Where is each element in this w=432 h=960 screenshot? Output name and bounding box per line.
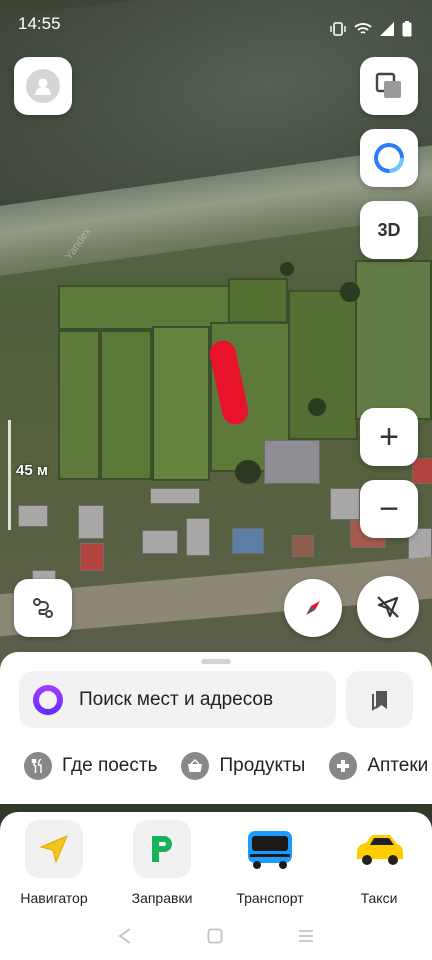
field-plot — [58, 285, 230, 330]
home-icon[interactable] — [207, 928, 223, 944]
battery-icon — [402, 21, 412, 37]
tree — [235, 460, 261, 484]
tree — [340, 282, 360, 302]
scale-label: 45 м — [16, 462, 48, 479]
plus-icon: + — [379, 417, 399, 456]
chip-groceries[interactable]: Продукты — [181, 752, 305, 780]
building — [292, 535, 314, 557]
search-bar[interactable]: Поиск мест и адресов — [19, 671, 336, 728]
alice-search-icon — [33, 684, 63, 715]
compass-button[interactable] — [284, 579, 342, 637]
location-off-icon — [377, 596, 399, 618]
chip-pharmacy[interactable]: Аптеки — [329, 752, 428, 780]
compass-icon — [305, 600, 321, 616]
chip-label: Аптеки — [367, 755, 429, 776]
taxi-car-icon — [350, 820, 408, 878]
category-chips: Где поесть Продукты Аптеки — [24, 752, 428, 780]
status-time: 14:55 — [18, 14, 61, 33]
bookmark-icon — [371, 690, 387, 711]
3d-button[interactable]: 3D — [360, 201, 418, 259]
search-placeholder: Поиск мест и адресов — [79, 688, 274, 710]
zoom-out-button[interactable]: − — [360, 480, 418, 538]
route-button[interactable] — [14, 579, 72, 637]
route-icon — [33, 598, 53, 618]
service-transport[interactable]: Транспорт — [220, 820, 320, 906]
building — [330, 488, 360, 520]
tree — [280, 262, 294, 276]
bookmarks-button[interactable] — [346, 671, 413, 728]
chip-label: Где поесть — [62, 755, 158, 776]
service-label: Транспорт — [236, 890, 304, 906]
service-label: Навигатор — [20, 890, 88, 906]
bottom-sheet: Поиск мест и адресов Где поесть Продукты… — [0, 652, 432, 804]
field-plot — [100, 330, 152, 480]
scale-bar — [8, 420, 11, 530]
status-icons — [330, 14, 412, 44]
fuel-icon — [133, 820, 191, 878]
building — [264, 440, 320, 484]
bus-icon — [241, 820, 299, 878]
minus-icon: − — [379, 489, 399, 528]
basket-icon — [181, 752, 210, 780]
field-plot — [58, 330, 100, 480]
chip-label: Продукты — [219, 755, 306, 776]
field-plot — [355, 260, 432, 420]
building — [150, 488, 200, 504]
3d-label: 3D — [377, 219, 401, 240]
building — [186, 518, 210, 556]
service-label: Такси — [360, 890, 398, 906]
building — [80, 543, 104, 571]
building — [412, 458, 432, 484]
layers-button[interactable] — [360, 57, 418, 115]
system-nav-bar — [0, 912, 432, 960]
signal-icon — [380, 22, 394, 36]
navigator-arrow-icon — [25, 820, 83, 878]
profile-button[interactable] — [14, 57, 72, 115]
sheet-grabber[interactable] — [201, 659, 231, 664]
building — [232, 528, 264, 554]
fork-knife-icon — [24, 752, 52, 780]
recents-icon[interactable] — [297, 928, 315, 944]
layers-icon — [375, 72, 401, 98]
wifi-icon — [354, 23, 372, 34]
building — [142, 530, 178, 554]
my-location-button[interactable] — [357, 576, 419, 638]
tree — [308, 398, 326, 416]
field-plot — [152, 326, 210, 481]
service-navigator[interactable]: Навигатор — [4, 820, 104, 906]
building — [78, 505, 104, 539]
vibrate-icon — [330, 22, 346, 36]
zoom-in-button[interactable]: + — [360, 408, 418, 466]
chip-food[interactable]: Где поесть — [24, 752, 157, 780]
building — [18, 505, 48, 527]
alice-icon — [374, 143, 404, 173]
service-label: Заправки — [131, 890, 193, 906]
status-bar: 14:55 — [0, 0, 432, 44]
service-fuel[interactable]: Заправки — [112, 820, 212, 906]
pharmacy-cross-icon — [329, 752, 358, 780]
field-plot — [228, 278, 288, 323]
avatar-icon — [26, 69, 60, 103]
alice-button[interactable] — [360, 129, 418, 187]
back-icon[interactable] — [117, 927, 133, 945]
field-plot — [288, 290, 358, 440]
service-taxi[interactable]: Такси — [329, 820, 429, 906]
